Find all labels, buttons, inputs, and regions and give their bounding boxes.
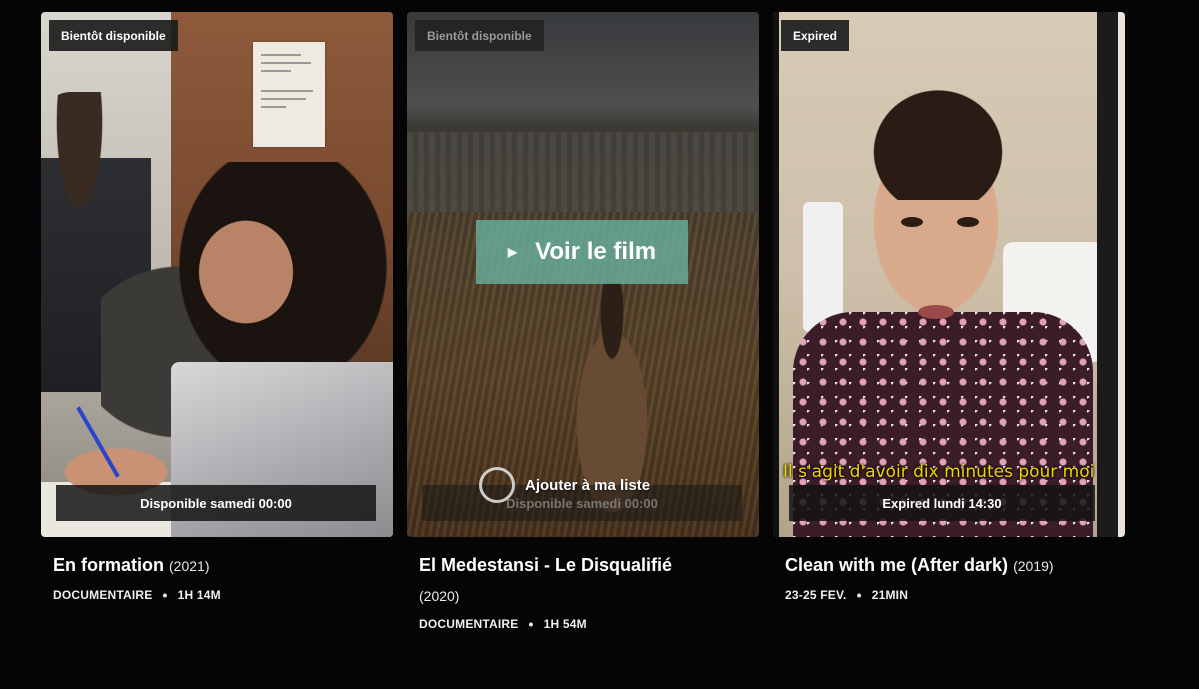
film-duration: 1H 14M xyxy=(177,588,221,602)
film-meta: Clean with me (After dark) (2019) 23-25 … xyxy=(785,550,1125,603)
status-badge: Expired xyxy=(781,20,850,51)
film-card-en-formation[interactable]: Bientôt disponible Disponible samedi 00:… xyxy=(41,0,393,603)
film-year: (2019) xyxy=(1013,558,1054,574)
film-duration: 21MIN xyxy=(871,588,909,602)
film-title[interactable]: El Medestansi - Le Disqualifié xyxy=(419,550,759,580)
play-icon: ▶ xyxy=(507,245,518,259)
film-meta: El Medestansi - Le Disqualifié (2020) DO… xyxy=(419,550,759,632)
availability-bar: Expired lundi 14:30 xyxy=(789,485,1095,521)
film-info: DOCUMENTAIRE • 1H 54M xyxy=(419,616,759,632)
apple-icon xyxy=(291,437,327,477)
film-title-line[interactable]: Clean with me (After dark) (2019) xyxy=(785,550,1125,581)
separator-dot: • xyxy=(528,616,534,632)
film-poster[interactable]: Bientôt disponible Disponible samedi 00:… xyxy=(41,12,393,537)
separator-dot: • xyxy=(856,587,862,603)
separator-dot: • xyxy=(162,587,168,603)
circle-add-icon xyxy=(479,467,515,503)
film-carousel: Bientôt disponible Disponible samedi 00:… xyxy=(0,0,1199,689)
film-year: (2020) xyxy=(419,588,460,604)
film-info: DOCUMENTAIRE • 1H 14M xyxy=(53,587,393,603)
film-meta: En formation (2021) DOCUMENTAIRE • 1H 14… xyxy=(53,550,393,603)
film-title[interactable]: En formation xyxy=(53,555,164,575)
add-to-list-label: Ajouter à ma liste xyxy=(525,476,651,494)
watch-film-button[interactable]: ▶ Voir le film xyxy=(476,220,688,284)
status-badge: Bientôt disponible xyxy=(415,20,544,51)
film-year: (2021) xyxy=(169,558,210,574)
add-to-list-button[interactable]: Ajouter à ma liste xyxy=(479,467,650,503)
video-subtitle: Il s'agit d'avoir dix minutes pour moi xyxy=(783,462,1095,482)
film-info: 23-25 FEV. • 21MIN xyxy=(785,587,1125,603)
film-poster[interactable]: Bientôt disponible ▶ Voir le film Dispon… xyxy=(407,12,759,537)
film-title-line[interactable]: En formation (2021) xyxy=(53,550,393,581)
status-badge: Bientôt disponible xyxy=(49,20,178,51)
availability-bar: Disponible samedi 00:00 xyxy=(56,485,376,521)
film-genre: DOCUMENTAIRE xyxy=(419,617,519,631)
film-dates: 23-25 FEV. xyxy=(785,588,847,602)
film-title[interactable]: Clean with me (After dark) xyxy=(785,555,1008,575)
watch-film-label: Voir le film xyxy=(535,238,657,265)
film-card-el-medestansi[interactable]: Bientôt disponible ▶ Voir le film Dispon… xyxy=(407,0,759,632)
film-duration: 1H 54M xyxy=(543,617,587,631)
film-poster[interactable]: Il s'agit d'avoir dix minutes pour moi E… xyxy=(773,12,1125,537)
film-genre: DOCUMENTAIRE xyxy=(53,588,153,602)
film-card-clean-with-me[interactable]: Il s'agit d'avoir dix minutes pour moi E… xyxy=(773,0,1125,603)
